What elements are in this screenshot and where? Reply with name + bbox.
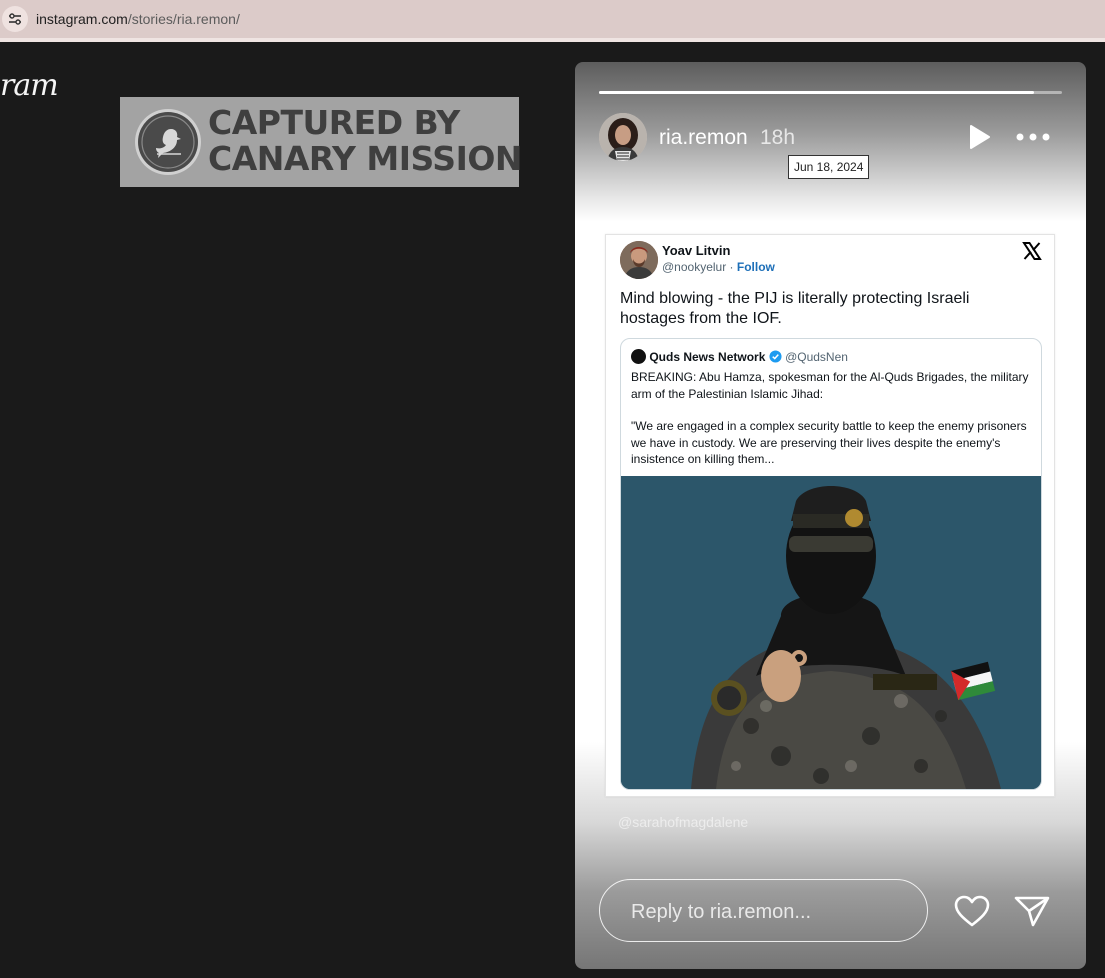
quoted-tweet-text: BREAKING: Abu Hamza, spokesman for the A… [631,369,1031,484]
watermark-text: CAPTURED BY CANARY MISSION [208,103,523,178]
url-host: instagram.com [36,11,128,27]
quoted-paragraph-2: "We are engaged in a complex security ba… [631,419,1027,466]
like-button[interactable] [953,894,991,928]
site-info-button[interactable] [2,6,28,32]
tweet-card: Yoav Litvin @nookyelur · Follow Mind blo… [605,234,1055,797]
tweet-author-name[interactable]: Yoav Litvin [662,243,730,258]
url-path: /stories/ria.remon/ [127,11,240,27]
play-button[interactable] [965,123,993,151]
watermark-line-1: CAPTURED BY [208,103,460,142]
story-username[interactable]: ria.remon [659,126,748,150]
play-icon [970,125,990,149]
quoted-tweet-header: Quds News Network @QudsNen [631,349,848,365]
story-avatar[interactable] [599,113,647,161]
quoted-paragraph-1: BREAKING: Abu Hamza, spokesman for the A… [631,370,1029,401]
send-icon [1014,896,1050,927]
handle-separator: · [726,260,737,274]
heart-icon [954,895,990,927]
quoted-author-handle: @QudsNen [785,350,848,364]
quds-news-avatar [631,349,646,364]
reply-placeholder: Reply to ria.remon... [631,901,812,923]
verified-badge-icon [769,350,782,363]
reply-input[interactable]: Reply to ria.remon... [599,879,928,942]
story-viewer[interactable]: ria.remon 18h Jun 18, 2024 Yoav Litvin @… [575,62,1086,969]
canary-bird-icon [135,109,201,175]
browser-address-bar: instagram.com/stories/ria.remon/ [0,0,1105,42]
quoted-tweet-image[interactable] [621,476,1041,789]
story-progress-fill [599,91,1035,94]
story-progress-bar [599,91,1062,94]
canary-mission-watermark: CAPTURED BY CANARY MISSION [120,97,523,187]
follow-link[interactable]: Follow [737,260,775,274]
share-button[interactable] [1013,894,1051,928]
story-header: ria.remon 18h [599,113,1062,161]
more-options-icon [1016,133,1050,141]
tweet-text: Mind blowing - the PIJ is literally prot… [620,290,970,327]
tweet-handle-line: @nookyelur · Follow [662,260,775,274]
quoted-author-name: Quds News Network [649,350,766,364]
instagram-logo[interactable]: ram [0,68,59,103]
story-credit-mention[interactable]: @sarahofmagdalene [618,814,748,830]
timestamp-tooltip: Jun 18, 2024 [788,155,870,179]
tweet-author-avatar [620,241,658,279]
story-timestamp: 18h [760,126,796,149]
watermark-line-2: CANARY MISSION [208,139,523,178]
x-logo-icon [1022,241,1042,261]
tweet-author-handle: @nookyelur [662,260,727,274]
quoted-tweet[interactable]: Quds News Network @QudsNen BREAKING: Abu… [620,338,1042,790]
url-field[interactable]: instagram.com/stories/ria.remon/ [36,11,240,27]
more-options-button[interactable] [1015,125,1051,149]
tune-icon [9,13,21,25]
